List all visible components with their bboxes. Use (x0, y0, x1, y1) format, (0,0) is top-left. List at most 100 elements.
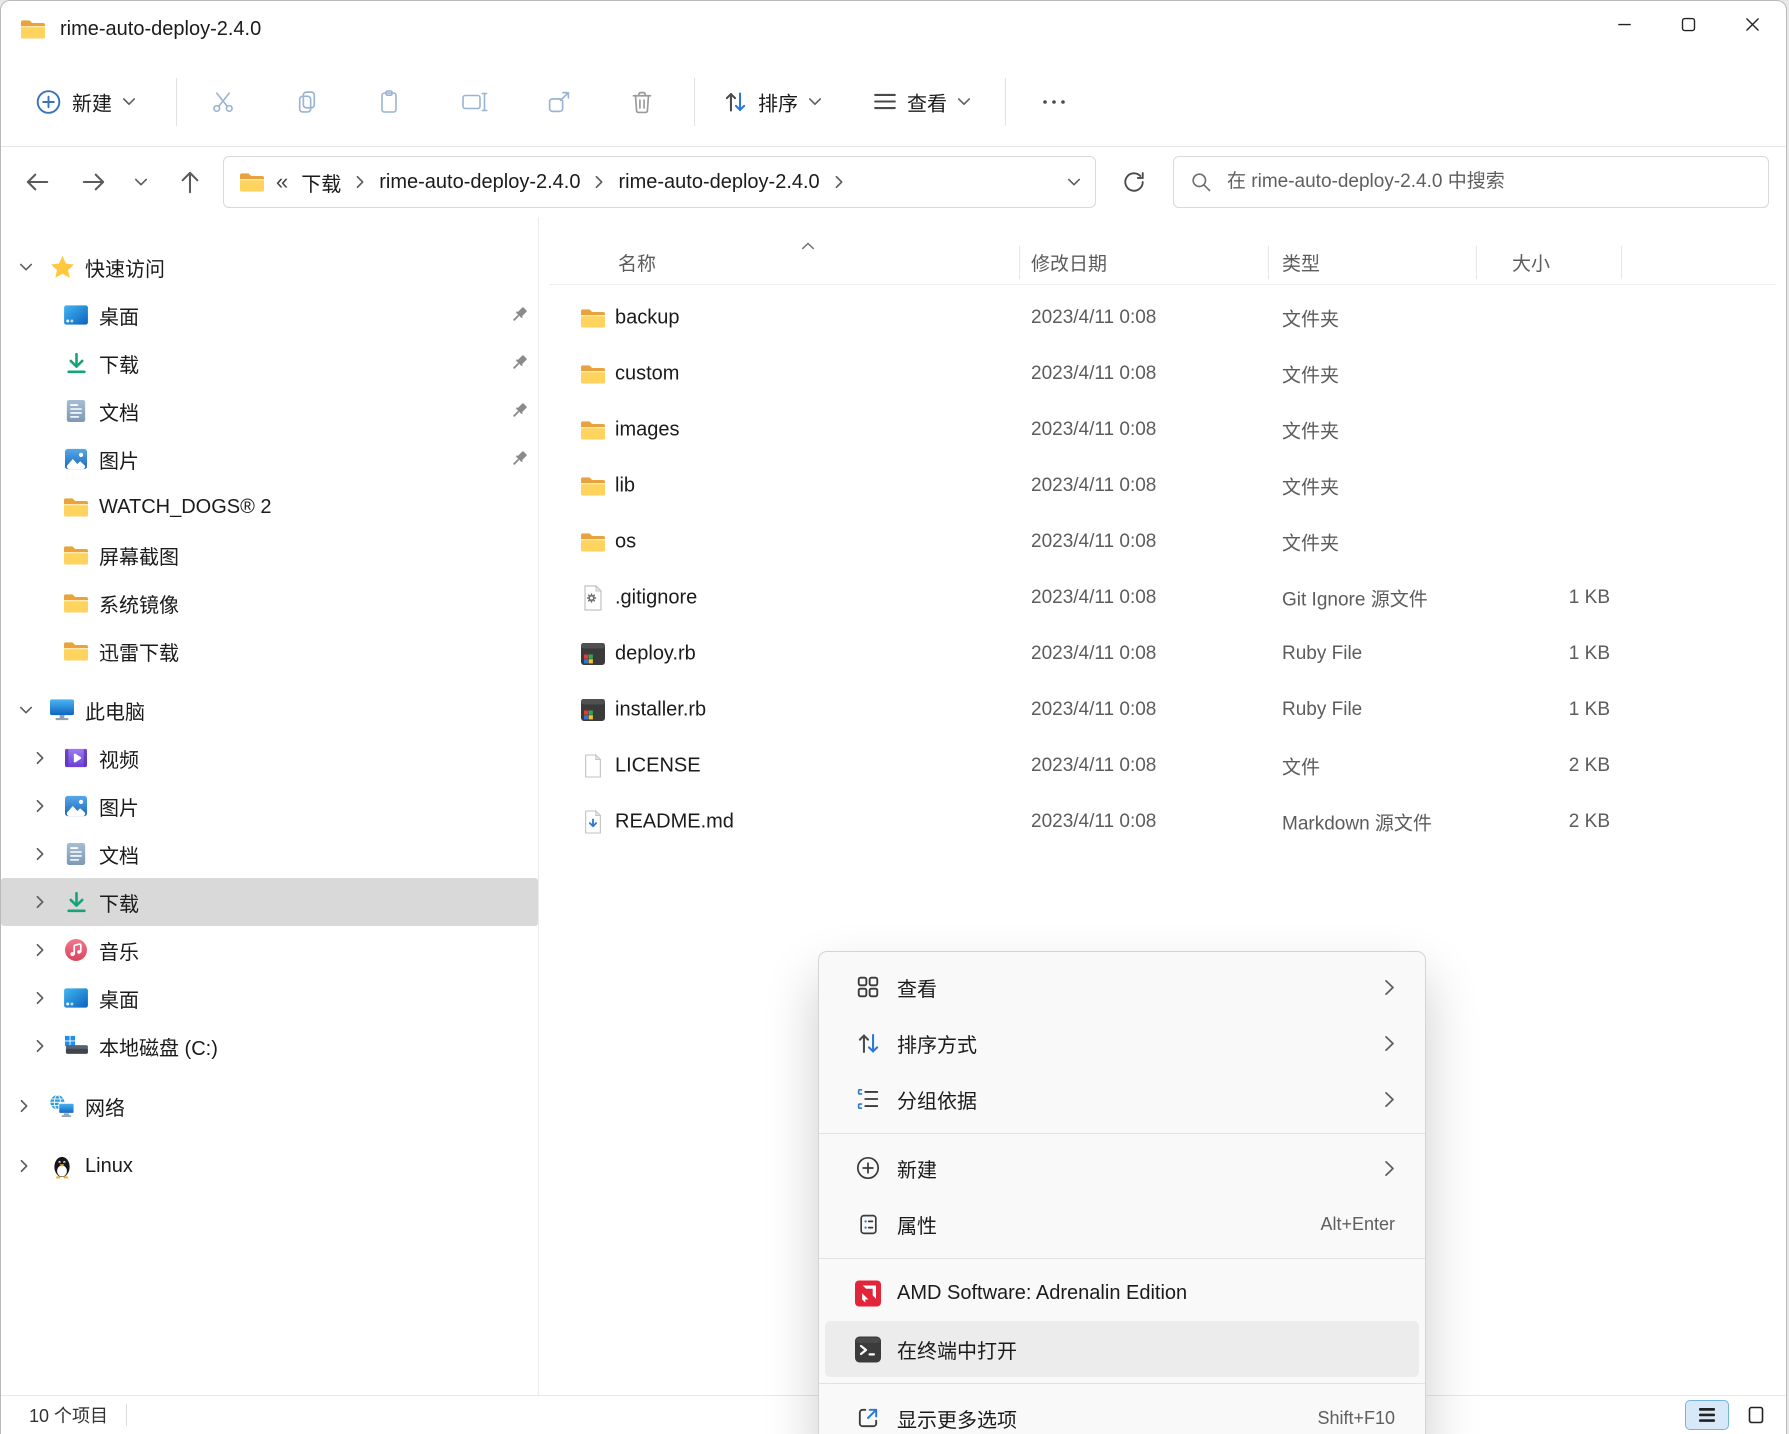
sort-button[interactable]: 排序 (713, 79, 832, 124)
chevron-right-icon[interactable] (35, 1039, 45, 1053)
cut-icon (211, 89, 236, 114)
sidebar-item-pictures[interactable]: 图片 (1, 435, 538, 483)
paste-button[interactable] (370, 81, 411, 123)
sidebar-item-this-pc[interactable]: 此电脑 (1, 686, 538, 734)
sidebar-item-linux[interactable]: Linux (1, 1142, 538, 1190)
file-row-os[interactable]: os2023/4/11 0:08文件夹 (538, 514, 1786, 570)
chevron-right-icon[interactable] (35, 895, 45, 909)
toolbar-separator (176, 78, 177, 126)
sidebar-item-videos[interactable]: 视频 (1, 734, 538, 782)
sidebar-item-screenshots[interactable]: 屏幕截图 (1, 531, 538, 579)
details-view-button[interactable] (1685, 1400, 1729, 1430)
menu-item-sort-by[interactable]: 排序方式 (825, 1015, 1419, 1071)
back-button[interactable] (19, 164, 56, 201)
menu-item-new[interactable]: 新建 (825, 1140, 1419, 1196)
sidebar-item-pictures[interactable]: 图片 (1, 782, 538, 830)
markdown-icon (578, 809, 608, 835)
column-header-date-modified[interactable]: 修改日期 (1031, 241, 1107, 284)
menu-item-open-in-terminal[interactable]: 在终端中打开 (825, 1321, 1419, 1377)
chevron-right-icon[interactable] (19, 1159, 29, 1173)
chevron-right-icon[interactable] (834, 175, 844, 189)
chevron-right-icon[interactable] (594, 175, 604, 189)
delete-button[interactable] (623, 81, 662, 122)
rename-button[interactable] (453, 82, 497, 121)
column-resizer[interactable] (1268, 246, 1269, 279)
file-row-lib[interactable]: lib2023/4/11 0:08文件夹 (538, 458, 1786, 514)
video-icon (61, 747, 91, 769)
chevron-right-icon[interactable] (19, 1099, 29, 1113)
sidebar-item-thunder-downloads[interactable]: 迅雷下载 (1, 627, 538, 675)
file-row-backup[interactable]: backup2023/4/11 0:08文件夹 (538, 290, 1786, 346)
chevron-right-icon[interactable] (35, 751, 45, 765)
file-row-LICENSE[interactable]: LICENSE2023/4/11 0:08文件2 KB (538, 738, 1786, 794)
sidebar-item-desktop[interactable]: 桌面 (1, 291, 538, 339)
chevron-right-icon[interactable] (35, 943, 45, 957)
menu-item-amd-software[interactable]: AMD Software: Adrenalin Edition (825, 1265, 1419, 1321)
share-button[interactable] (539, 81, 580, 122)
view-button[interactable]: 查看 (863, 79, 981, 124)
more-button[interactable] (1034, 90, 1074, 113)
sidebar-item-network[interactable]: 网络 (1, 1082, 538, 1130)
up-button[interactable] (172, 164, 209, 201)
menu-item-group-by[interactable]: 分组依据 (825, 1071, 1419, 1127)
sidebar-item-quick-access[interactable]: 快速访问 (1, 243, 538, 291)
column-resizer[interactable] (1476, 246, 1477, 279)
breadcrumb-segment[interactable]: rime-auto-deploy-2.4.0 (374, 169, 585, 196)
sidebar-item-system-images[interactable]: 系统镜像 (1, 579, 538, 627)
sidebar-item-music[interactable]: 音乐 (1, 926, 538, 974)
breadcrumb[interactable]: « 下载 rime-auto-deploy-2.4.0 rime-auto-deplo… (223, 156, 1096, 208)
chevron-right-icon[interactable] (35, 799, 45, 813)
column-resizer[interactable] (1621, 246, 1622, 279)
chevron-down-icon[interactable] (19, 262, 33, 272)
menu-item-properties[interactable]: 属性Alt+Enter (825, 1196, 1419, 1252)
sidebar-item-documents[interactable]: 文档 (1, 387, 538, 435)
refresh-button[interactable] (1116, 164, 1152, 200)
file-row-installer.rb[interactable]: installer.rb2023/4/11 0:08Ruby File1 KB (538, 682, 1786, 738)
grid-icon (855, 975, 881, 999)
sidebar-item-local-disk-c[interactable]: 本地磁盘 (C:) (1, 1022, 538, 1070)
search-input[interactable] (1225, 170, 1752, 194)
file-date-modified: 2023/4/11 0:08 (1031, 643, 1156, 665)
menu-item-view[interactable]: 查看 (825, 959, 1419, 1015)
copy-button[interactable] (287, 81, 328, 122)
column-header-type[interactable]: 类型 (1282, 241, 1320, 284)
file-type: 文件夹 (1282, 417, 1339, 444)
sidebar-item-label: 图片 (99, 792, 139, 821)
large-icons-view-button[interactable] (1734, 1400, 1778, 1430)
cut-button[interactable] (203, 81, 244, 122)
minimize-button[interactable] (1592, 1, 1656, 47)
sidebar-item-desktop[interactable]: 桌面 (1, 974, 538, 1022)
maximize-button[interactable] (1656, 1, 1720, 47)
breadcrumb-segment[interactable]: 下载 (296, 166, 346, 199)
column-header-name[interactable]: 名称 (618, 241, 656, 284)
folder-icon (61, 543, 91, 567)
file-row-custom[interactable]: custom2023/4/11 0:08文件夹 (538, 346, 1786, 402)
sidebar-item-label: 系统镜像 (99, 589, 179, 618)
sidebar-item-downloads[interactable]: 下载 (1, 339, 538, 387)
chevron-right-icon[interactable] (35, 991, 45, 1005)
breadcrumb-segment[interactable]: rime-auto-deploy-2.4.0 (613, 169, 824, 196)
menu-item-show-more-options[interactable]: 显示更多选项Shift+F10 (825, 1390, 1419, 1434)
file-row-.gitignore[interactable]: .gitignore2023/4/11 0:08Git Ignore 源文件1 … (538, 570, 1786, 626)
chevron-right-icon[interactable] (355, 175, 365, 189)
recent-locations-button[interactable] (128, 171, 154, 193)
sidebar-item-documents[interactable]: 文档 (1, 830, 538, 878)
new-button[interactable]: 新建 (25, 79, 146, 124)
file-row-README.md[interactable]: README.md2023/4/11 0:08Markdown 源文件2 KB (538, 794, 1786, 850)
chevron-down-icon[interactable] (19, 705, 33, 715)
chevron-right-icon[interactable] (35, 847, 45, 861)
column-resizer[interactable] (1019, 246, 1020, 279)
address-dropdown-icon[interactable] (1067, 177, 1081, 187)
sidebar-item-downloads[interactable]: 下载 (1, 878, 538, 926)
close-button[interactable] (1720, 1, 1784, 47)
ruby-icon (578, 697, 608, 723)
forward-button[interactable] (76, 164, 113, 201)
chevron-double-left-icon[interactable]: « (276, 169, 288, 195)
file-row-images[interactable]: images2023/4/11 0:08文件夹 (538, 402, 1786, 458)
column-header-size[interactable]: 大小 (1512, 241, 1550, 284)
navigation-pane: 快速访问桌面下载文档图片WATCH_DOGS® 2屏幕截图系统镜像迅雷下载此电脑… (1, 217, 538, 1395)
sidebar-item-watch-dogs-2[interactable]: WATCH_DOGS® 2 (1, 483, 538, 531)
file-row-deploy.rb[interactable]: deploy.rb2023/4/11 0:08Ruby File1 KB (538, 626, 1786, 682)
sidebar-item-label: 文档 (99, 840, 139, 869)
ellipsis-icon (1042, 98, 1066, 105)
